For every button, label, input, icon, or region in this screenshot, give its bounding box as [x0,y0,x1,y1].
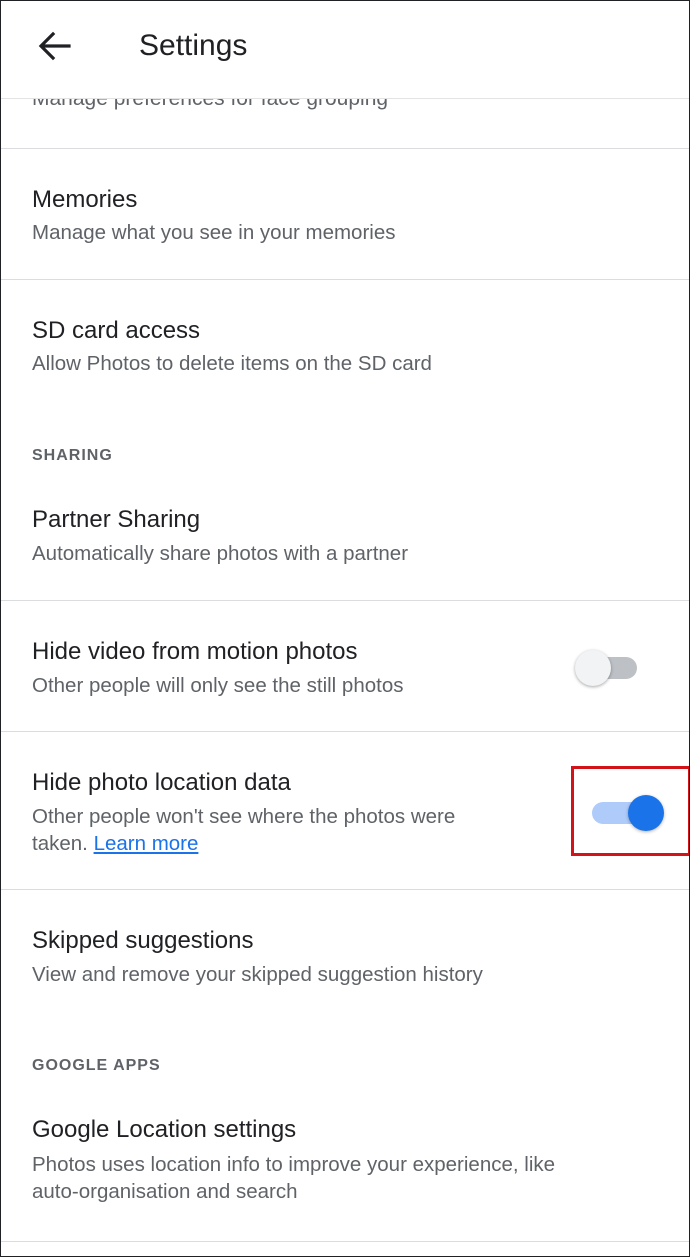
hide-location-subtitle-line2: taken. Learn more [32,830,198,857]
section-header-sharing: SHARING [32,447,113,464]
hide-video-subtitle: Other people will only see the still pho… [32,674,404,697]
google-location-settings-subtitle-line2: auto-organisation and search [32,1180,298,1203]
memories-title: Memories [32,186,138,213]
learn-more-link[interactable]: Learn more [94,832,199,855]
back-button[interactable] [31,25,77,67]
settings-screen: Settings Manage preferences for face gro… [0,0,690,1257]
highlight-box [571,766,689,856]
divider [1,1241,689,1242]
memories-subtitle: Manage what you see in your memories [32,221,396,244]
hide-video-toggle[interactable] [575,645,645,686]
sd-card-access-item[interactable]: SD card access Allow Photos to delete it… [1,280,689,405]
section-header-google-apps: GOOGLE APPS [32,1057,161,1074]
hide-location-title: Hide photo location data [32,769,291,796]
skipped-suggestions-subtitle: View and remove your skipped suggestion … [32,963,483,986]
hide-location-subtitle-taken: taken. [32,832,88,855]
memories-item[interactable]: Memories Manage what you see in your mem… [1,149,689,279]
partner-sharing-item[interactable]: Partner Sharing Automatically share phot… [1,491,689,600]
sd-card-access-subtitle: Allow Photos to delete items on the SD c… [32,352,432,375]
app-bar: Settings [1,1,689,99]
toggle-thumb [575,650,611,686]
page-title: Settings [139,29,248,62]
sd-card-access-title: SD card access [32,317,201,344]
hide-video-title: Hide video from motion photos [32,638,358,665]
google-location-settings-item[interactable]: Google Location settings Photos uses loc… [1,1101,689,1241]
partner-sharing-subtitle: Automatically share photos with a partne… [32,542,409,565]
google-location-settings-title: Google Location settings [32,1116,297,1143]
google-location-settings-subtitle-line1: Photos uses location info to improve you… [32,1153,556,1176]
skipped-suggestions-item[interactable]: Skipped suggestions View and remove your… [1,890,689,1015]
skipped-suggestions-title: Skipped suggestions [32,927,254,954]
hide-video-item[interactable]: Hide video from motion photos Other peop… [1,601,689,731]
hide-location-subtitle-line1: Other people won't see where the photos … [32,805,456,828]
arrow-back-icon [38,31,71,61]
partner-sharing-title: Partner Sharing [32,506,201,533]
